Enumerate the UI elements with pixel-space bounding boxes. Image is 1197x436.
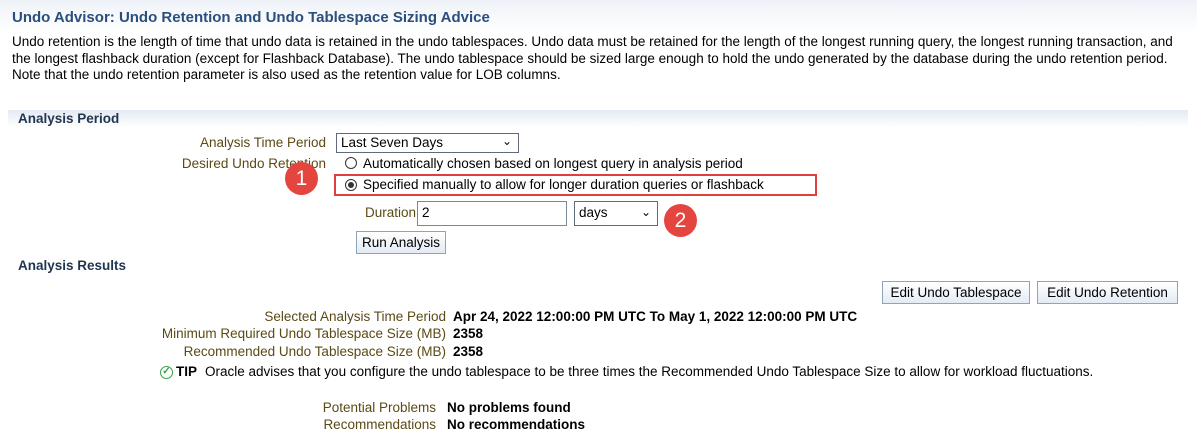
analysis-results-title: Analysis Results (18, 258, 127, 273)
edit-undo-tablespace-button[interactable]: Edit Undo Tablespace (882, 281, 1030, 304)
analysis-time-period-select[interactable]: Last Seven Days ⌄ (336, 133, 519, 153)
duration-unit-value: days (579, 205, 608, 220)
recommended-size-label: Recommended Undo Tablespace Size (MB) (183, 344, 446, 359)
recommendations-label: Recommendations (323, 417, 436, 432)
tip-text: Oracle advises that you configure the un… (205, 364, 1094, 379)
radio-auto[interactable] (345, 157, 357, 169)
tip-label: TIP (176, 364, 198, 379)
analysis-period-header (8, 110, 1188, 127)
page-title: Undo Advisor: Undo Retention and Undo Ta… (12, 9, 490, 26)
edit-undo-retention-button[interactable]: Edit Undo Retention (1037, 281, 1178, 304)
radio-manual[interactable] (345, 179, 357, 191)
potential-problems-value: No problems found (447, 400, 571, 415)
selected-period-value: Apr 24, 2022 12:00:00 PM UTC To May 1, 2… (453, 309, 858, 324)
check-circle-icon: ✓ (160, 366, 173, 379)
page-description: Undo retention is the length of time tha… (12, 34, 1173, 82)
step-marker-2: 2 (664, 204, 697, 237)
chevron-down-icon: ⌄ (640, 205, 651, 219)
analysis-time-period-value: Last Seven Days (341, 135, 444, 150)
step-marker-1: 1 (285, 162, 318, 195)
min-size-label: Minimum Required Undo Tablespace Size (M… (161, 326, 446, 341)
selected-period-label: Selected Analysis Time Period (264, 309, 446, 324)
analysis-period-title: Analysis Period (18, 111, 120, 126)
recommended-size-value: 2358 (453, 344, 484, 359)
chevron-down-icon: ⌄ (501, 134, 512, 148)
duration-input[interactable]: 2 (417, 201, 567, 226)
min-size-value: 2358 (453, 326, 484, 341)
radio-manual-label: Specified manually to allow for longer d… (363, 177, 764, 192)
recommendations-value: No recommendations (447, 417, 586, 432)
analysis-time-period-label: Analysis Time Period (199, 135, 326, 150)
duration-unit-select[interactable]: days ⌄ (574, 201, 658, 226)
potential-problems-label: Potential Problems (322, 400, 436, 415)
duration-label: Duration (364, 205, 416, 220)
run-analysis-button[interactable]: Run Analysis (356, 231, 446, 254)
radio-auto-label: Automatically chosen based on longest qu… (363, 156, 743, 171)
